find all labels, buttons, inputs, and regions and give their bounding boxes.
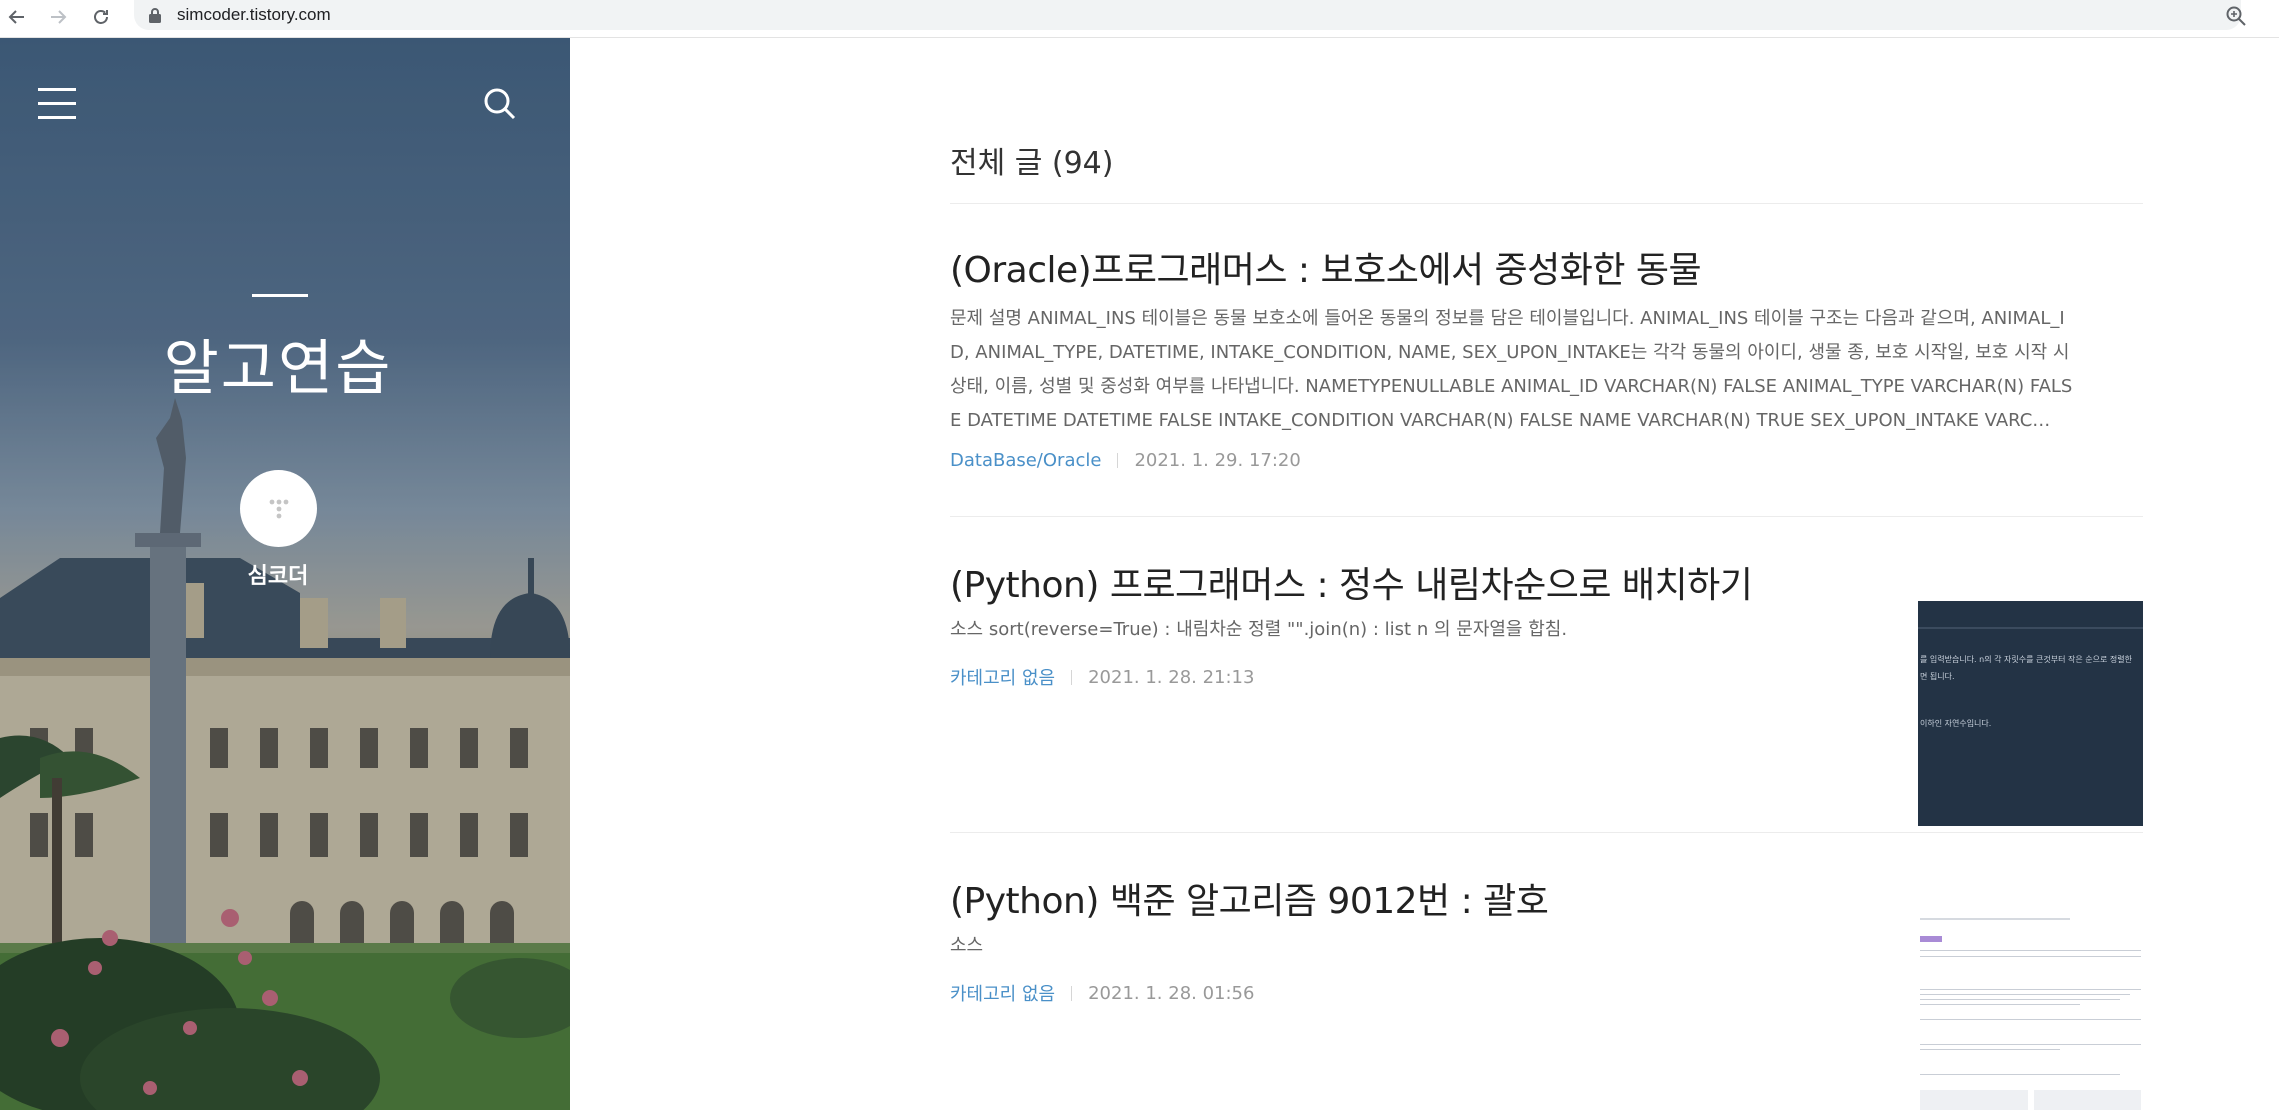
meta-separator — [1071, 985, 1073, 1001]
url-text: simcoder.tistory.com — [177, 5, 331, 24]
reload-icon — [94, 10, 108, 24]
post-meta: DataBase/Oracle 2021. 1. 29. 17:20 — [950, 450, 1301, 471]
post-title[interactable]: (Oracle)프로그래머스 : 보호소에서 중성화한 동물 — [950, 241, 1702, 293]
post-title[interactable]: (Python) 프로그래머스 : 정수 내림차순으로 배치하기 — [950, 556, 1753, 608]
post-thumbnail[interactable] — [1918, 914, 2143, 1110]
post-category[interactable]: DataBase/Oracle — [950, 450, 1101, 471]
search-button[interactable] — [480, 84, 520, 124]
search-icon — [484, 88, 516, 120]
excerpt-line: 문제 설명 ANIMAL_INS 테이블은 동물 보호소에 들어온 동물의 정보… — [950, 308, 2065, 329]
post-excerpt: 문제 설명 ANIMAL_INS 테이블은 동물 보호소에 들어온 동물의 정보… — [950, 302, 2072, 438]
divider — [950, 203, 2143, 204]
menu-button[interactable] — [38, 88, 78, 122]
post-date: 2021. 1. 28. 21:13 — [1088, 666, 1255, 688]
post-meta: 카테고리 없음 2021. 1. 28. 21:13 — [950, 664, 1254, 690]
post-title[interactable]: (Python) 백준 알고리즘 9012번 : 괄호 — [950, 872, 1549, 924]
title-divider — [252, 294, 308, 297]
post-excerpt: 소스 — [950, 929, 983, 963]
author-name: 심코더 — [247, 564, 309, 589]
browser-toolbar: simcoder.tistory.com — [0, 0, 2279, 38]
post-category[interactable]: 카테고리 없음 — [950, 980, 1055, 1006]
thumbnail-text: 를 입력받습니다. n의 각 자릿수를 큰것부터 작은 순으로 정렬한 — [1920, 655, 2132, 664]
post-category[interactable]: 카테고리 없음 — [950, 664, 1055, 690]
back-button[interactable] — [2, 2, 32, 32]
post-date: 2021. 1. 28. 01:56 — [1088, 982, 1255, 1004]
address-bar[interactable]: simcoder.tistory.com — [134, 0, 2241, 30]
arrow-left-icon — [8, 10, 24, 24]
tistory-logo-icon — [269, 499, 288, 518]
post-excerpt: 소스 sort(reverse=True) : 내림차순 정렬 "".join(… — [950, 613, 1567, 647]
excerpt-line: 상태, 이름, 성별 및 중성화 여부를 나타냅니다. NAMETYPENULL… — [950, 376, 2073, 397]
post-date: 2021. 1. 29. 17:20 — [1134, 450, 1301, 471]
hamburger-icon — [38, 88, 76, 91]
thumbnail-text: 면 됩니다. — [1920, 672, 1955, 681]
blog-title[interactable]: 알고연습 — [0, 320, 556, 407]
avatar[interactable] — [240, 470, 317, 547]
zoom-icon[interactable] — [2224, 4, 2248, 28]
meta-separator — [1071, 669, 1073, 685]
arrow-right-icon — [51, 10, 67, 24]
page-title: 전체 글 (94) — [950, 146, 1114, 181]
excerpt-line: 소스 sort(reverse=True) : 내림차순 정렬 "".join(… — [950, 619, 1568, 640]
blog-sidebar: 알고연습 심코더 — [0, 38, 570, 1110]
thumbnail-text: 이하인 자연수입니다. — [1920, 719, 1992, 728]
post-thumbnail[interactable]: 를 입력받습니다. n의 각 자릿수를 큰것부터 작은 순으로 정렬한 면 됩니… — [1918, 601, 2143, 826]
forward-button[interactable] — [43, 2, 73, 32]
excerpt-line: 소스 — [950, 935, 984, 956]
excerpt-line: D, ANIMAL_TYPE, DATETIME, INTAKE_CONDITI… — [950, 342, 2070, 363]
meta-separator — [1117, 453, 1119, 468]
post-meta: 카테고리 없음 2021. 1. 28. 01:56 — [950, 980, 1254, 1006]
reload-button[interactable] — [86, 2, 116, 32]
divider — [950, 832, 2143, 833]
lock-icon — [149, 8, 161, 23]
divider — [950, 516, 2143, 517]
excerpt-line: E DATETIME DATETIME FALSE INTAKE_CONDITI… — [950, 410, 2051, 431]
